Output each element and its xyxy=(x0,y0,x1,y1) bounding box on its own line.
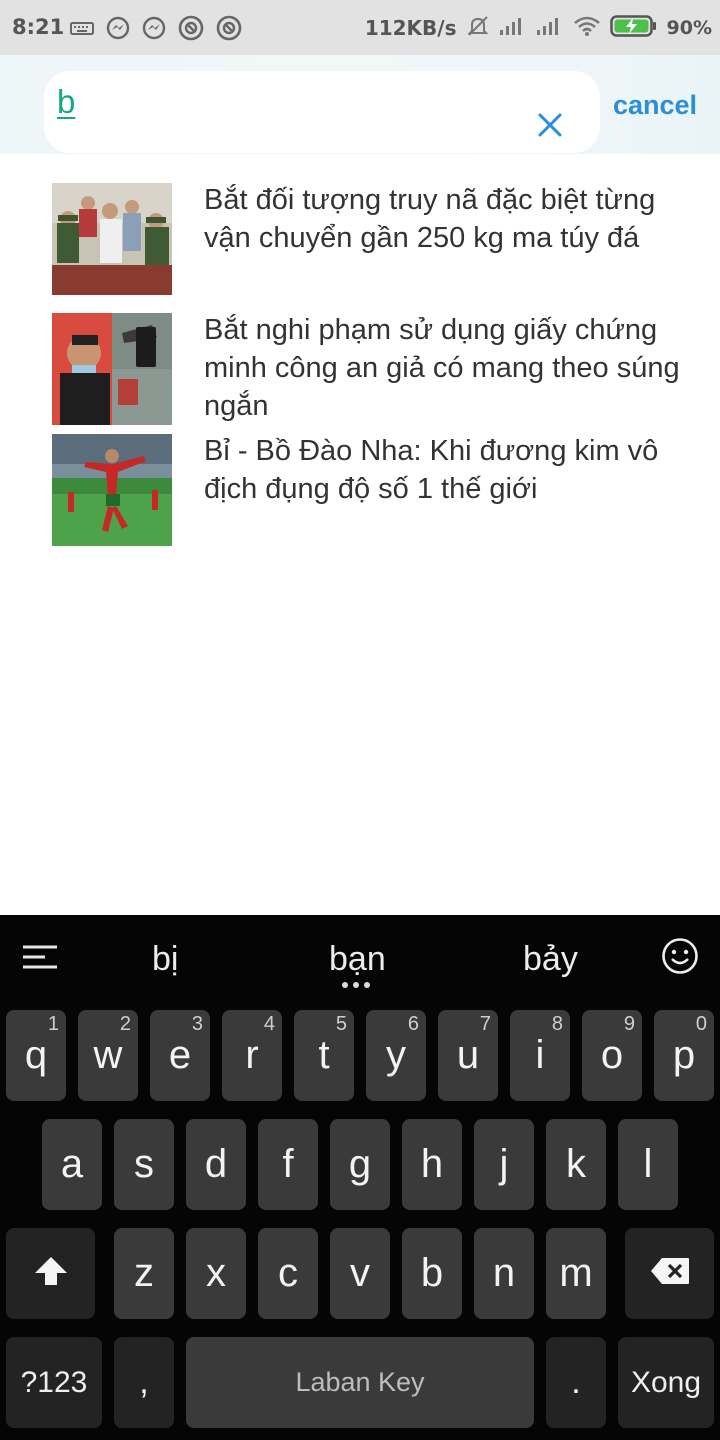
list-item[interactable]: Bỉ - Bồ Đào Nha: Khi đương kim vô địch đ… xyxy=(52,434,692,546)
thumbnail-image xyxy=(52,434,172,546)
backspace-key[interactable] xyxy=(625,1228,714,1319)
key-o[interactable]: o9 xyxy=(582,1010,642,1101)
key-w[interactable]: w2 xyxy=(78,1010,138,1101)
more-suggestions-icon[interactable] xyxy=(342,982,370,988)
key-e[interactable]: e3 xyxy=(150,1010,210,1101)
thumbnail-image xyxy=(52,183,172,295)
key-c[interactable]: c xyxy=(258,1228,318,1319)
key-l[interactable]: l xyxy=(618,1119,678,1210)
battery-percent: 90% xyxy=(666,17,712,39)
result-title[interactable]: Bắt nghi phạm sử dụng giấy chứng minh cô… xyxy=(204,311,682,425)
signal-icon xyxy=(536,16,564,40)
key-b[interactable]: b xyxy=(402,1228,462,1319)
mute-bell-icon xyxy=(466,14,490,42)
list-item[interactable]: Bắt nghi phạm sử dụng giấy chứng minh cô… xyxy=(52,313,692,425)
key-n[interactable]: n xyxy=(474,1228,534,1319)
key-v[interactable]: v xyxy=(330,1228,390,1319)
key-x[interactable]: x xyxy=(186,1228,246,1319)
clear-icon[interactable] xyxy=(535,110,565,140)
status-bar: 8:21 112KB/s 90% xyxy=(0,0,720,55)
search-header: b cancel xyxy=(0,55,720,154)
keyboard-icon xyxy=(70,20,94,36)
screen: { "status_bar": { "time": "8:21", "netwo… xyxy=(0,0,720,1440)
key-g[interactable]: g xyxy=(330,1119,390,1210)
key-q[interactable]: q1 xyxy=(6,1010,66,1101)
suggestion-2[interactable]: bạn xyxy=(329,940,386,979)
shift-icon xyxy=(33,1255,69,1292)
key-d[interactable]: d xyxy=(186,1119,246,1210)
suggestion-bar: bị bạn bảy xyxy=(0,915,720,1000)
key-i[interactable]: i8 xyxy=(510,1010,570,1101)
app-icon xyxy=(178,15,204,41)
thumbnail-image xyxy=(52,313,172,425)
key-r[interactable]: r4 xyxy=(222,1010,282,1101)
suggestion-3[interactable]: bảy xyxy=(523,940,578,979)
key-t[interactable]: t5 xyxy=(294,1010,354,1101)
app-icon xyxy=(216,15,242,41)
key-f[interactable]: f xyxy=(258,1119,318,1210)
key-j[interactable]: j xyxy=(474,1119,534,1210)
network-speed: 112KB/s xyxy=(364,16,457,40)
status-time: 8:21 xyxy=(12,15,65,39)
shift-key[interactable] xyxy=(6,1228,95,1319)
key-z[interactable]: z xyxy=(114,1228,174,1319)
key-h[interactable]: h xyxy=(402,1119,462,1210)
key-s[interactable]: s xyxy=(114,1119,174,1210)
signal-icon xyxy=(499,16,527,40)
key-u[interactable]: u7 xyxy=(438,1010,498,1101)
messenger-icon xyxy=(106,16,130,40)
emoji-icon[interactable] xyxy=(661,937,699,980)
result-title[interactable]: Bắt đối tượng truy nã đặc biệt từng vận … xyxy=(204,181,682,257)
wifi-icon xyxy=(573,15,601,41)
messenger-icon xyxy=(142,16,166,40)
period-key[interactable]: . xyxy=(546,1337,606,1428)
search-input[interactable]: b xyxy=(44,71,600,153)
key-m[interactable]: m xyxy=(546,1228,606,1319)
key-y[interactable]: y6 xyxy=(366,1010,426,1101)
comma-key[interactable]: , xyxy=(114,1337,174,1428)
search-query-text[interactable]: b xyxy=(57,83,75,121)
menu-icon[interactable] xyxy=(23,945,57,976)
symbols-key[interactable]: ?123 xyxy=(6,1337,102,1428)
list-item[interactable]: Bắt đối tượng truy nã đặc biệt từng vận … xyxy=(52,183,692,295)
keyboard: bị bạn bảy q1 w2 e3 r4 t5 y6 u7 i8 o9 p0… xyxy=(0,915,720,1440)
result-title[interactable]: Bỉ - Bồ Đào Nha: Khi đương kim vô địch đ… xyxy=(204,432,682,508)
key-a[interactable]: a xyxy=(42,1119,102,1210)
suggestion-1[interactable]: bị xyxy=(152,940,178,979)
key-k[interactable]: k xyxy=(546,1119,606,1210)
key-p[interactable]: p0 xyxy=(654,1010,714,1101)
cancel-button[interactable]: cancel xyxy=(613,90,697,121)
space-key[interactable]: Laban Key xyxy=(186,1337,534,1428)
done-key[interactable]: Xong xyxy=(618,1337,714,1428)
backspace-icon xyxy=(650,1257,690,1290)
battery-charging-icon xyxy=(609,14,658,42)
